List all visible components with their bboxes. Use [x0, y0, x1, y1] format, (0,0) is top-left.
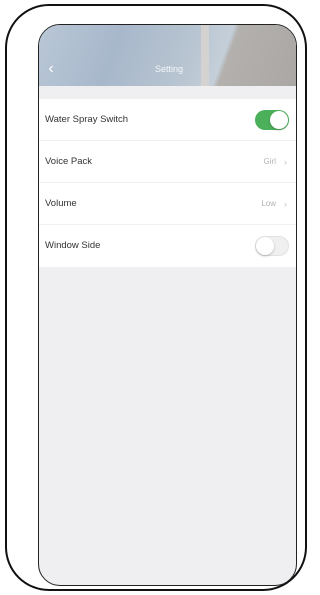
phone-frame-outer: ‹ Setting Water Spray Switch Voice Pack …: [5, 4, 307, 591]
settings-list: Water Spray Switch Voice Pack Girl › Vol…: [39, 99, 296, 267]
volume-value: Low: [261, 199, 276, 208]
water-spray-toggle[interactable]: [255, 110, 289, 130]
setting-row-window-side: Window Side: [39, 225, 296, 267]
chevron-right-icon: ›: [284, 157, 287, 167]
window-side-label: Window Side: [45, 240, 101, 251]
header-background-image: [201, 25, 209, 86]
window-side-toggle[interactable]: [255, 236, 289, 256]
voice-pack-value: Girl: [263, 157, 276, 166]
chevron-right-icon: ›: [284, 199, 287, 209]
setting-row-voice-pack[interactable]: Voice Pack Girl ›: [39, 141, 296, 183]
back-button[interactable]: ‹: [43, 60, 59, 78]
header-bar: ‹ Setting: [39, 25, 296, 86]
voice-pack-label: Voice Pack: [45, 156, 92, 167]
chevron-left-icon: ‹: [48, 60, 54, 77]
toggle-knob: [256, 237, 274, 255]
setting-row-water-spray: Water Spray Switch: [39, 99, 296, 141]
volume-label: Volume: [45, 198, 77, 209]
setting-row-volume[interactable]: Volume Low ›: [39, 183, 296, 225]
water-spray-label: Water Spray Switch: [45, 114, 129, 125]
phone-screen: ‹ Setting Water Spray Switch Voice Pack …: [38, 24, 297, 586]
page-title: Setting: [154, 64, 184, 74]
toggle-knob: [270, 111, 288, 129]
